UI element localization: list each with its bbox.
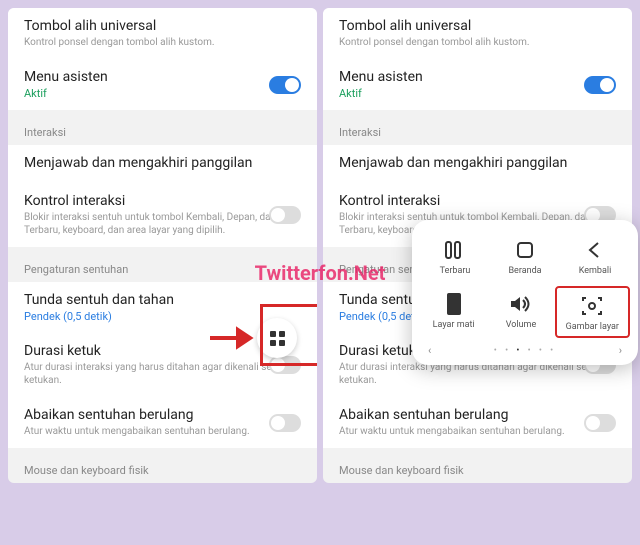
- home-icon: [490, 236, 560, 264]
- phone-left: Tombol alih universal Kontrol ponsel den…: [8, 8, 317, 483]
- universal-switch-item[interactable]: Tombol alih universal Kontrol ponsel den…: [323, 8, 632, 59]
- answer-calls-item[interactable]: Menjawab dan mengakhiri panggilan: [8, 145, 317, 183]
- assistant-menu-item[interactable]: Menu asisten Aktif: [323, 59, 632, 110]
- item-status: Aktif: [339, 87, 616, 100]
- popup-label: Volume: [487, 320, 554, 330]
- item-subtitle: Kontrol ponsel dengan tombol alih kustom…: [339, 36, 616, 49]
- home-button[interactable]: Beranda: [490, 232, 560, 280]
- toggle-off-icon[interactable]: [269, 356, 301, 374]
- ignore-repeat-item[interactable]: Abaikan sentuhan berulang Atur waktu unt…: [8, 397, 317, 448]
- chevron-right-icon[interactable]: ›: [619, 344, 622, 357]
- item-title: Menjawab dan mengakhiri panggilan: [24, 155, 301, 171]
- section-header: Interaksi: [323, 116, 632, 145]
- universal-switch-item[interactable]: Tombol alih universal Kontrol ponsel den…: [8, 8, 317, 59]
- item-title: Menjawab dan mengakhiri panggilan: [339, 155, 616, 171]
- volume-icon: [487, 290, 554, 318]
- section-header: Pengaturan sentuhan: [8, 253, 317, 282]
- popup-label: Kembali: [560, 266, 630, 276]
- recents-button[interactable]: Terbaru: [420, 232, 490, 280]
- grid-icon: [270, 331, 285, 346]
- item-subtitle: Atur waktu untuk mengabaikan sentuhan be…: [24, 425, 301, 438]
- item-title: Abaikan sentuhan berulang: [24, 407, 301, 423]
- item-value: Pendek (0,5 detik): [24, 310, 301, 323]
- back-icon: [560, 236, 630, 264]
- page-dots: • • • • • •: [494, 346, 556, 356]
- section-header: Mouse dan keyboard fisik: [8, 454, 317, 483]
- screenshot-icon: [559, 292, 626, 320]
- chevron-left-icon[interactable]: ‹: [428, 344, 431, 357]
- popup-pagination[interactable]: ‹ • • • • • • ›: [420, 344, 630, 357]
- item-title: Tombol alih universal: [339, 18, 616, 34]
- item-title: Tunda sentuh dan tahan: [24, 292, 301, 308]
- item-title: Tombol alih universal: [24, 18, 301, 34]
- item-subtitle: Atur waktu untuk mengabaikan sentuhan be…: [339, 425, 616, 438]
- item-status: Aktif: [24, 87, 301, 100]
- item-subtitle: Blokir interaksi sentuh untuk tombol Kem…: [24, 211, 301, 237]
- section-header: Interaksi: [8, 116, 317, 145]
- answer-calls-item[interactable]: Menjawab dan mengakhiri panggilan: [323, 145, 632, 183]
- screenshot-button[interactable]: Gambar layar: [555, 286, 630, 338]
- assistant-floating-button[interactable]: [257, 318, 297, 358]
- ignore-repeat-item[interactable]: Abaikan sentuhan berulang Atur waktu unt…: [323, 397, 632, 448]
- screen-off-button[interactable]: Layar mati: [420, 286, 487, 338]
- toggle-on-icon[interactable]: [269, 76, 301, 94]
- toggle-off-icon[interactable]: [584, 414, 616, 432]
- assistant-menu-popup[interactable]: Terbaru Beranda Kembali Layar mati Vol: [412, 220, 638, 365]
- item-title: Abaikan sentuhan berulang: [339, 407, 616, 423]
- toggle-off-icon[interactable]: [269, 206, 301, 224]
- screen-off-icon: [420, 290, 487, 318]
- section-header: Mouse dan keyboard fisik: [323, 454, 632, 483]
- toggle-on-icon[interactable]: [584, 76, 616, 94]
- item-subtitle: Atur durasi interaksi yang harus ditahan…: [24, 361, 301, 387]
- item-subtitle: Kontrol ponsel dengan tombol alih kustom…: [24, 36, 301, 49]
- interaction-control-item[interactable]: Kontrol interaksi Blokir interaksi sentu…: [8, 183, 317, 247]
- toggle-off-icon[interactable]: [269, 414, 301, 432]
- item-title: Menu asisten: [24, 69, 301, 85]
- popup-label: Gambar layar: [559, 322, 626, 332]
- back-button[interactable]: Kembali: [560, 232, 630, 280]
- recents-icon: [420, 236, 490, 264]
- item-title: Kontrol interaksi: [24, 193, 301, 209]
- item-title: Menu asisten: [339, 69, 616, 85]
- item-title: Kontrol interaksi: [339, 193, 616, 209]
- popup-label: Terbaru: [420, 266, 490, 276]
- volume-button[interactable]: Volume: [487, 286, 554, 338]
- assistant-menu-item[interactable]: Menu asisten Aktif: [8, 59, 317, 110]
- popup-label: Beranda: [490, 266, 560, 276]
- popup-label: Layar mati: [420, 320, 487, 330]
